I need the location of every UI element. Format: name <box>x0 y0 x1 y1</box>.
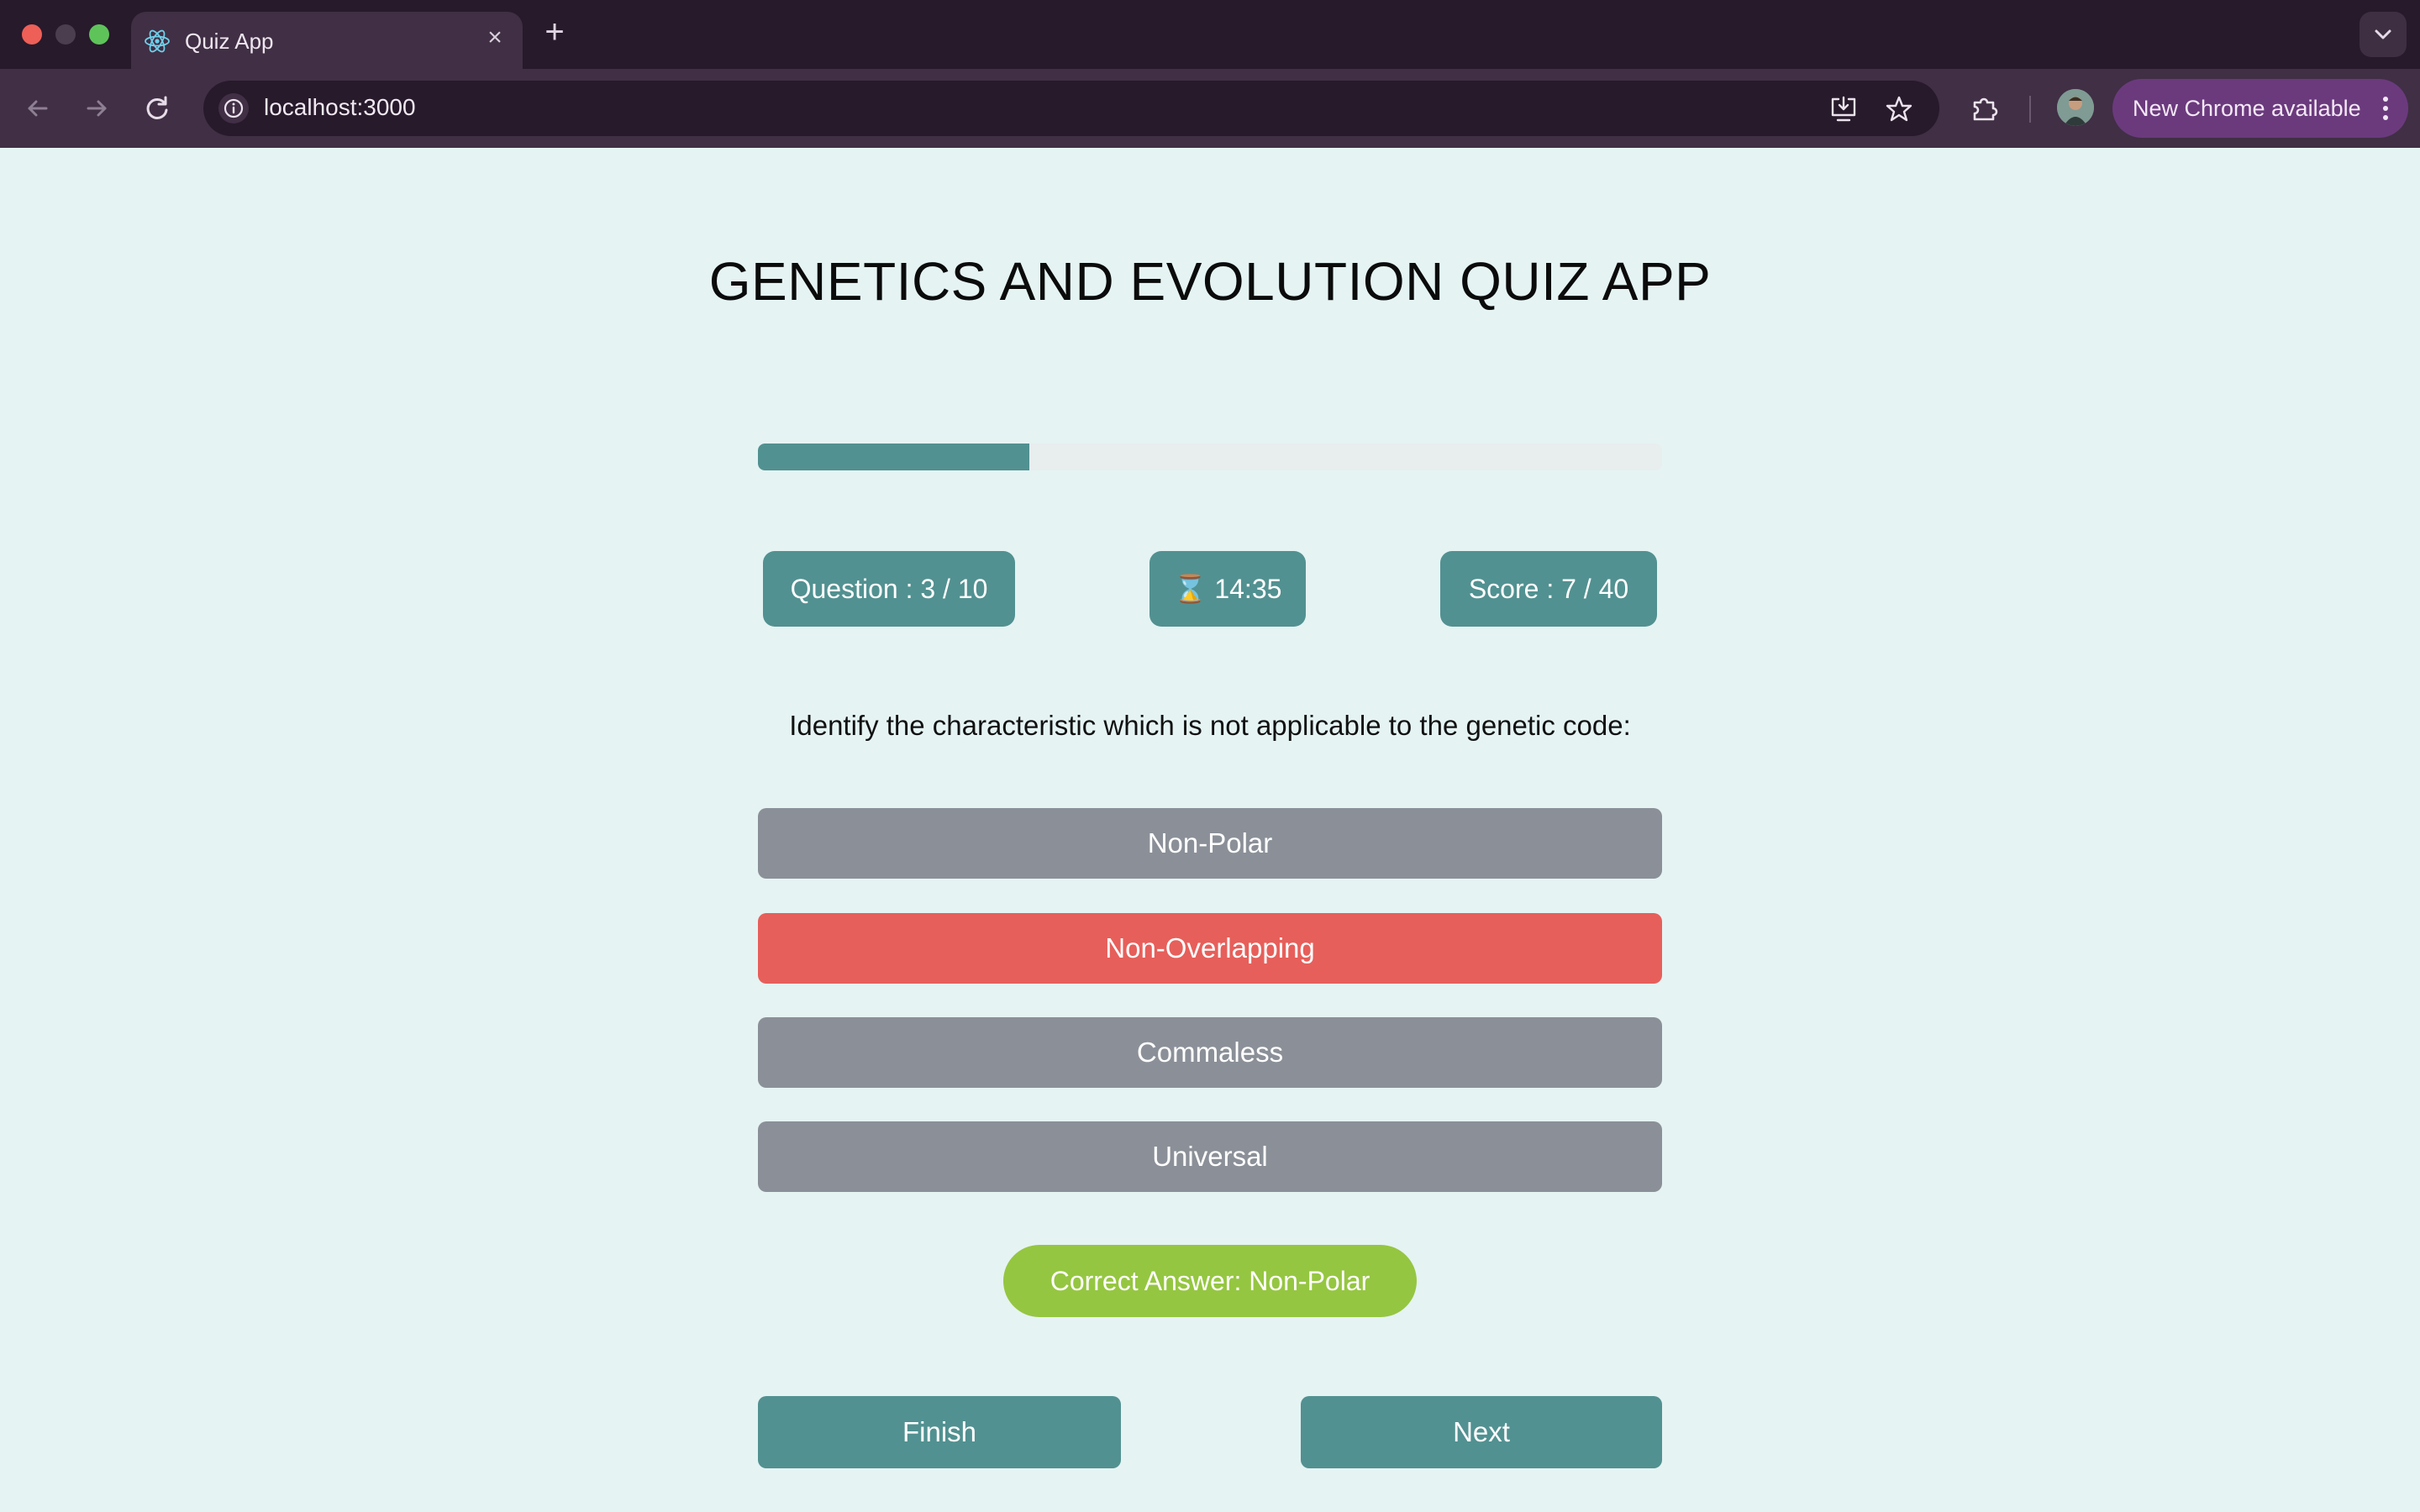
url-text: localhost:3000 <box>264 94 416 120</box>
site-info-icon[interactable] <box>217 92 250 125</box>
progress-bar <box>758 444 1662 470</box>
toolbar-divider <box>2029 96 2031 123</box>
more-menu-icon[interactable] <box>2381 96 2390 121</box>
back-arrow-icon[interactable] <box>18 89 57 128</box>
tab-title: Quiz App <box>185 29 274 54</box>
address-bar[interactable]: localhost:3000 <box>203 81 1939 136</box>
new-tab-icon[interactable]: + <box>539 15 570 49</box>
tab-search-button[interactable] <box>2360 12 2407 57</box>
question-counter-badge: Question : 3 / 10 <box>763 551 1015 627</box>
page-title: GENETICS AND EVOLUTION QUIZ APP <box>708 251 1712 312</box>
profile-avatar[interactable] <box>2057 89 2094 126</box>
avatar-image <box>2057 89 2094 126</box>
option-button[interactable]: Commaless <box>758 1017 1662 1088</box>
option-button[interactable]: Universal <box>758 1121 1662 1192</box>
question-text: Identify the characteristic which is not… <box>789 710 1631 741</box>
browser-tab-bar: Quiz App × + <box>0 0 2420 69</box>
timer-badge: ⌛ 14:35 <box>1150 551 1306 627</box>
update-label: New Chrome available <box>2133 96 2361 121</box>
browser-toolbar: localhost:3000 New Chrome available <box>0 69 2420 148</box>
forward-arrow-icon[interactable] <box>77 89 116 128</box>
react-logo-icon <box>145 29 170 53</box>
install-app-icon[interactable] <box>1827 92 1860 126</box>
finish-button[interactable]: Finish <box>758 1396 1121 1468</box>
reload-icon[interactable] <box>138 89 176 128</box>
close-tab-icon[interactable]: × <box>482 25 508 50</box>
minimize-window-button[interactable] <box>55 24 76 45</box>
close-window-button[interactable] <box>22 24 42 45</box>
option-button[interactable]: Non-Polar <box>758 808 1662 879</box>
browser-tab[interactable]: Quiz App × <box>131 12 523 69</box>
bookmark-star-icon[interactable] <box>1882 92 1916 126</box>
maximize-window-button[interactable] <box>89 24 109 45</box>
next-button[interactable]: Next <box>1301 1396 1662 1468</box>
new-chrome-available-button[interactable]: New Chrome available <box>2112 79 2408 138</box>
correct-answer-badge: Correct Answer: Non-Polar <box>1003 1245 1417 1317</box>
score-badge: Score : 7 / 40 <box>1440 551 1657 627</box>
option-button[interactable]: Non-Overlapping <box>758 913 1662 984</box>
extensions-puzzle-icon[interactable] <box>1966 91 2003 128</box>
progress-fill <box>758 444 1029 470</box>
chevron-down-icon <box>2375 29 2391 39</box>
